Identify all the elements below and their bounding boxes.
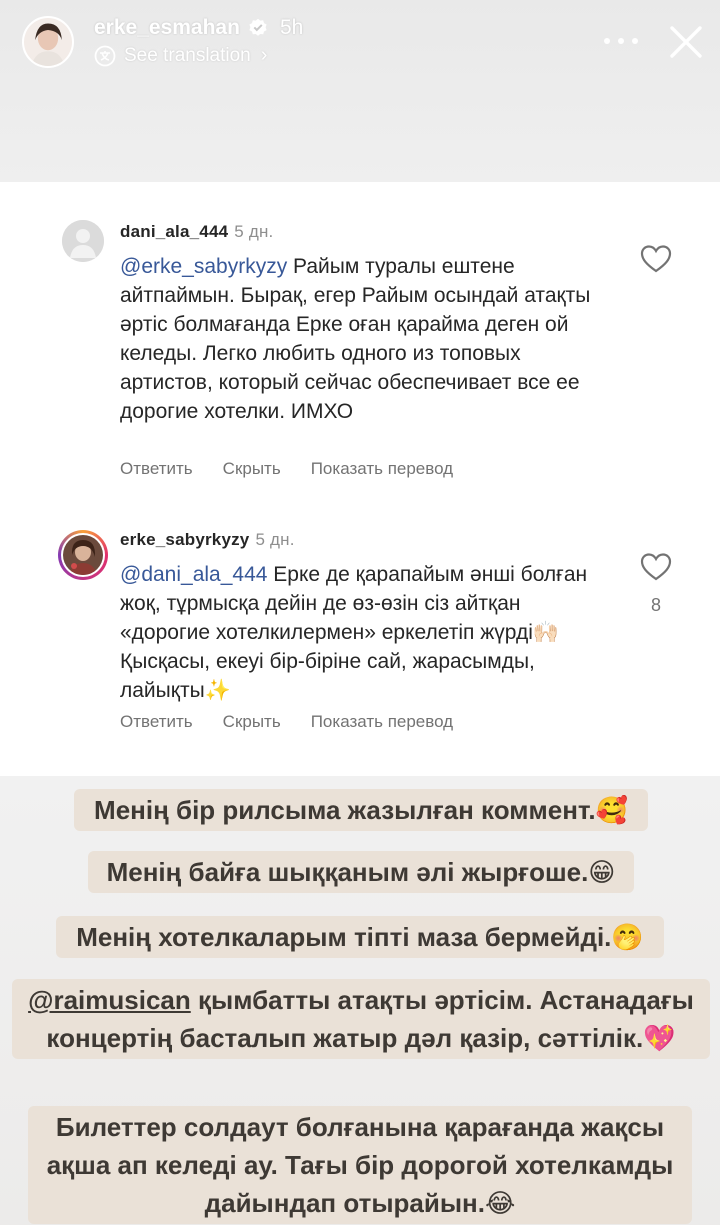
commenter-avatar[interactable] <box>62 220 104 262</box>
caption-text: Менің байға шыққаным әлі жырғоше.😁 <box>106 857 616 887</box>
comment-text: @dani_ala_444 Ерке де қарапайым әнші бол… <box>120 560 600 705</box>
reply-button[interactable]: Ответить <box>120 459 193 479</box>
like-count: 8 <box>650 595 661 615</box>
story-time: 5h <box>279 16 304 39</box>
story-caption: Билеттер солдаут болғанына қарағанда жақ… <box>28 1106 692 1224</box>
comment-header: dani_ala_444 5 дн. <box>120 222 273 242</box>
commenter-avatar[interactable] <box>58 530 108 580</box>
show-translation-button[interactable]: Показать перевод <box>311 459 453 479</box>
story-caption: @raimusican қымбатты атақты әртісім. Аст… <box>12 979 710 1059</box>
show-translation-button[interactable]: Показать перевод <box>311 712 453 732</box>
comment-actions: Ответить Скрыть Показать перевод <box>120 459 453 479</box>
caption-mention-tag[interactable]: @raimusican <box>28 985 191 1015</box>
avatar-ring <box>61 533 105 577</box>
story-username[interactable]: erke_esmahan <box>94 16 240 40</box>
story-caption: Менің байға шыққаным әлі жырғоше.😁 <box>88 851 634 893</box>
chevron-right-icon: › <box>260 44 268 66</box>
story-username-row: erke_esmahan 5h <box>94 16 303 40</box>
see-translation-label: See translation <box>124 44 251 66</box>
comment-time: 5 дн. <box>234 222 274 241</box>
close-icon[interactable] <box>666 22 706 62</box>
hide-button[interactable]: Скрыть <box>223 712 281 732</box>
comment-header: erke_sabyrkyzy 5 дн. <box>120 530 295 550</box>
caption-text: Билеттер солдаут болғанына қарағанда жақ… <box>46 1112 674 1218</box>
comment-body: Райым туралы ештене айтпаймын. Бырақ, ег… <box>120 255 591 423</box>
story-caption: Менің бір рилсыма жазылған коммент.🥰 <box>74 789 648 831</box>
heart-outline-icon[interactable] <box>640 244 672 274</box>
comment-mention[interactable]: @erke_sabyrkyzy <box>120 255 287 278</box>
see-translation-link[interactable]: See translation › <box>94 44 267 67</box>
dot-icon <box>632 38 638 44</box>
comment-username[interactable]: dani_ala_444 <box>120 222 228 241</box>
comment-time: 5 дн. <box>255 530 295 549</box>
comment-text: @erke_sabyrkyzy Райым туралы ештене айтп… <box>120 252 600 426</box>
caption-text: Менің хотелкаларым тіпті маза бермейді.🤭 <box>76 922 644 952</box>
translate-icon <box>94 45 116 66</box>
heart-outline-icon[interactable] <box>640 552 672 582</box>
story-header: erke_esmahan 5h See translation › <box>0 0 720 90</box>
caption-text: Менің бір рилсыма жазылған коммент.🥰 <box>94 795 628 825</box>
hide-button[interactable]: Скрыть <box>223 459 281 479</box>
story-caption: Менің хотелкаларым тіпті маза бермейді.🤭 <box>56 916 664 958</box>
comment-username[interactable]: erke_sabyrkyzy <box>120 530 249 549</box>
comment-screenshot: dani_ala_444 5 дн. @erke_sabyrkyzy Райым … <box>0 182 720 776</box>
avatar-photo <box>63 535 103 575</box>
comment-actions: Ответить Скрыть Показать перевод <box>120 712 453 732</box>
story-avatar[interactable] <box>22 16 74 68</box>
default-avatar-icon <box>62 220 104 262</box>
avatar-photo-image <box>63 535 103 575</box>
reply-button[interactable]: Ответить <box>120 712 193 732</box>
avatar-photo <box>24 18 72 66</box>
verified-badge-icon <box>249 18 267 36</box>
more-options-icon[interactable] <box>604 26 638 56</box>
dot-icon <box>604 38 610 44</box>
comment-mention[interactable]: @dani_ala_444 <box>120 563 267 586</box>
dot-icon <box>618 38 624 44</box>
